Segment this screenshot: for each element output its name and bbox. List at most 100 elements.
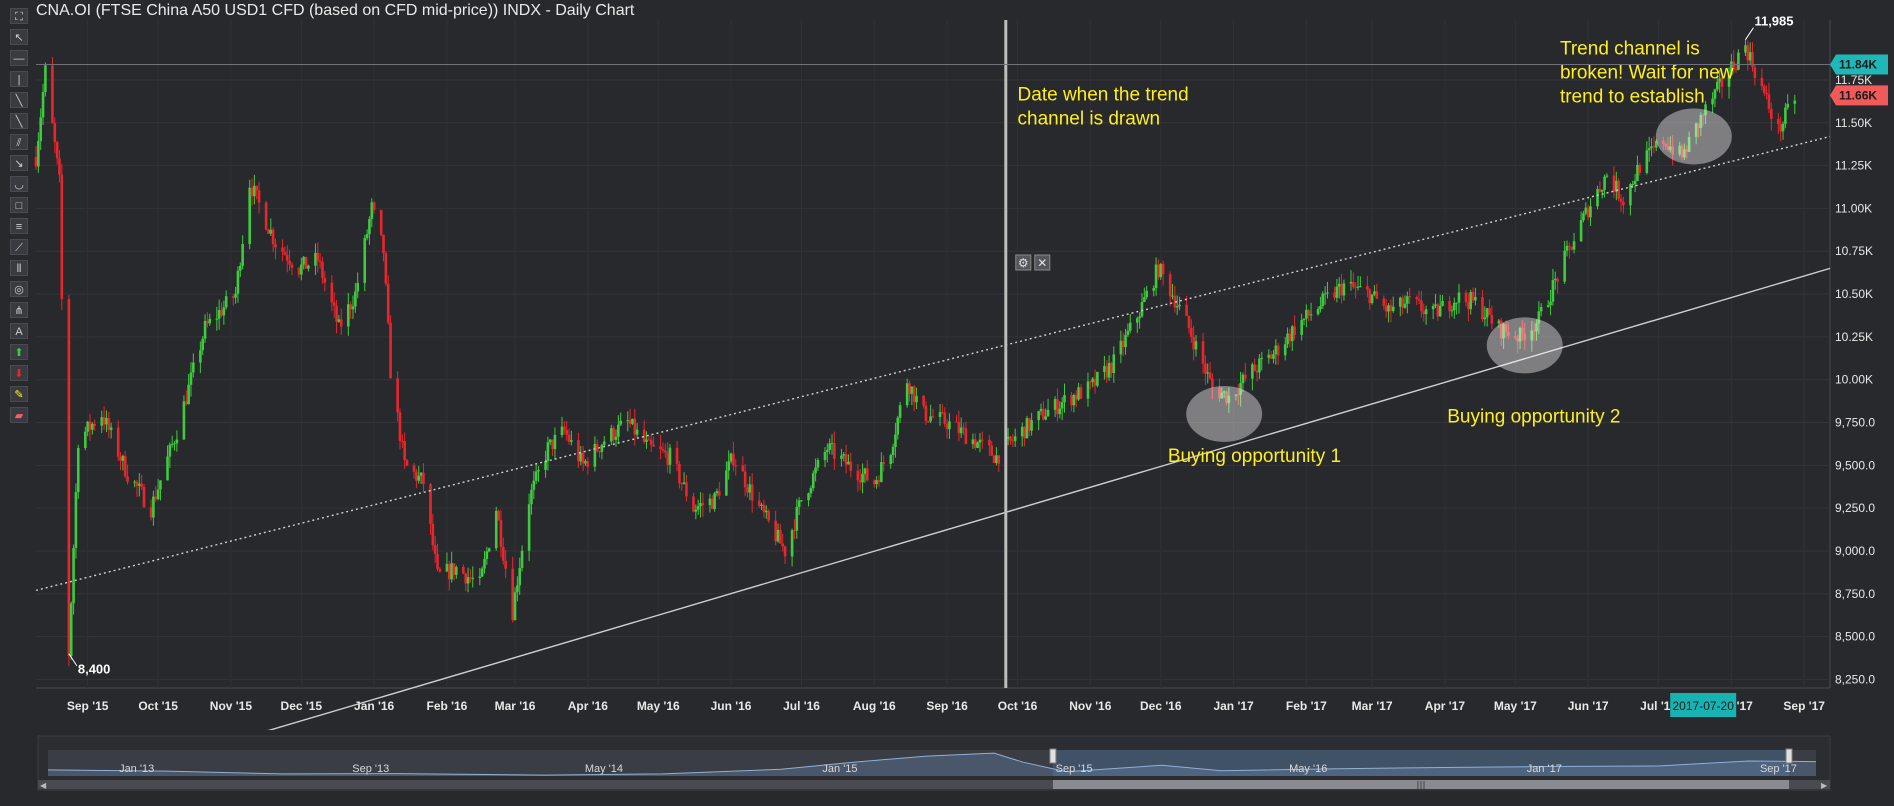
scroll-left-icon[interactable]: ◀ xyxy=(40,781,47,790)
candle-body xyxy=(1194,341,1198,350)
candle-body xyxy=(149,507,153,518)
candle-body xyxy=(121,455,125,461)
candle-body xyxy=(469,577,472,579)
candle-body xyxy=(816,460,820,468)
candle-body xyxy=(138,483,141,486)
upper-channel-line[interactable] xyxy=(35,135,1831,592)
candle-body xyxy=(241,243,244,266)
candle-body xyxy=(1765,92,1768,95)
navigator-scrollbar-thumb[interactable] xyxy=(1052,780,1790,789)
candle-body xyxy=(417,475,421,481)
candle-body xyxy=(337,319,341,322)
scroll-right-icon[interactable]: ▶ xyxy=(1821,781,1828,790)
candle-body xyxy=(1539,306,1543,312)
candle-body xyxy=(1302,318,1306,321)
annotation-line: channel is drawn xyxy=(1018,109,1161,130)
candle-body xyxy=(649,439,653,445)
candle-body xyxy=(316,252,320,261)
candle-body xyxy=(593,444,597,467)
candle-body xyxy=(718,491,721,496)
candle-body xyxy=(1326,292,1329,294)
candle-body xyxy=(1786,103,1790,108)
candle-body xyxy=(767,510,770,521)
crosshair-date-label: 2017-07-20 xyxy=(1673,699,1735,713)
candle-body xyxy=(995,455,998,463)
candle-body xyxy=(462,566,465,574)
candle-body xyxy=(1452,302,1456,311)
navigator-label: Sep '17 xyxy=(1760,763,1797,775)
candle-body xyxy=(351,306,355,310)
candle-body xyxy=(668,447,672,465)
price-chart[interactable]: 8,250.0 8,500.0 8,750.0 9,000.0 9,250.0 9,500… xyxy=(0,0,1894,730)
candle-body xyxy=(685,482,688,497)
candle-body xyxy=(1110,363,1113,373)
y-tick-label: 10.25K xyxy=(1835,330,1873,344)
navigator-frame xyxy=(37,735,1831,791)
candle-body xyxy=(1288,333,1292,342)
candle-body xyxy=(833,443,836,459)
navigator-window[interactable] xyxy=(1052,750,1790,776)
candle-body xyxy=(168,444,172,457)
candle-body xyxy=(945,423,949,430)
candle-body xyxy=(187,384,190,405)
candle-body xyxy=(1323,293,1327,295)
candle-body xyxy=(1382,298,1386,306)
candle-body xyxy=(1112,354,1116,373)
candle-body xyxy=(405,460,409,466)
candle-body xyxy=(546,442,550,461)
candle-body xyxy=(1157,264,1160,278)
candle-body xyxy=(215,318,219,320)
candle-body xyxy=(1793,100,1797,104)
candle-body xyxy=(1140,302,1144,317)
candle-body xyxy=(1483,317,1487,320)
candle-body xyxy=(1143,297,1146,303)
candle-body xyxy=(1565,245,1569,251)
candle-body xyxy=(875,480,878,485)
candle-body xyxy=(922,395,925,406)
candle-body xyxy=(1025,418,1029,439)
x-tick-label: May '16 xyxy=(637,699,680,713)
candle-body xyxy=(814,467,817,474)
candle-body xyxy=(1333,292,1336,298)
candle-body xyxy=(159,480,162,490)
candle-body xyxy=(206,321,209,324)
candle-body xyxy=(199,350,202,363)
candle-body xyxy=(694,509,698,512)
candle-body xyxy=(971,439,975,445)
navigator-scrollbar-track[interactable] xyxy=(38,780,1830,789)
candle-body xyxy=(532,480,536,490)
highlight-ellipse[interactable] xyxy=(1655,108,1732,165)
candle-body xyxy=(1159,264,1163,278)
candle-body xyxy=(349,304,352,310)
candle-body xyxy=(398,412,402,441)
candle-body xyxy=(238,265,242,271)
y-tick-label: 10.75K xyxy=(1835,244,1873,258)
candle-body xyxy=(1042,408,1045,420)
candle-body xyxy=(1267,354,1271,358)
candle-body xyxy=(1546,305,1550,307)
candle-body xyxy=(927,421,930,423)
candle-body xyxy=(135,481,139,486)
candle-body xyxy=(856,470,860,481)
navigator-handle[interactable] xyxy=(1049,748,1057,764)
candle-body xyxy=(1485,308,1489,318)
candle-body xyxy=(701,502,705,506)
candle-body xyxy=(551,439,554,450)
candle-body xyxy=(809,488,813,494)
highlight-ellipse[interactable] xyxy=(1486,317,1563,374)
candle-body xyxy=(1760,77,1764,87)
x-tick-label: Jan '17 xyxy=(1213,699,1254,713)
candle-body xyxy=(321,261,324,278)
navigator-handle[interactable] xyxy=(1785,748,1793,764)
candle-body xyxy=(727,461,731,471)
candle-body xyxy=(1713,89,1717,99)
navigator-label: Jan '15 xyxy=(822,763,857,775)
candle-body xyxy=(466,577,470,584)
highlight-ellipse[interactable] xyxy=(1186,385,1263,442)
candle-body xyxy=(436,554,439,569)
candle-body xyxy=(1337,283,1341,287)
candle-body xyxy=(93,423,97,426)
candle-body xyxy=(863,468,867,474)
candle-body xyxy=(271,229,275,245)
candle-body xyxy=(1074,395,1078,400)
